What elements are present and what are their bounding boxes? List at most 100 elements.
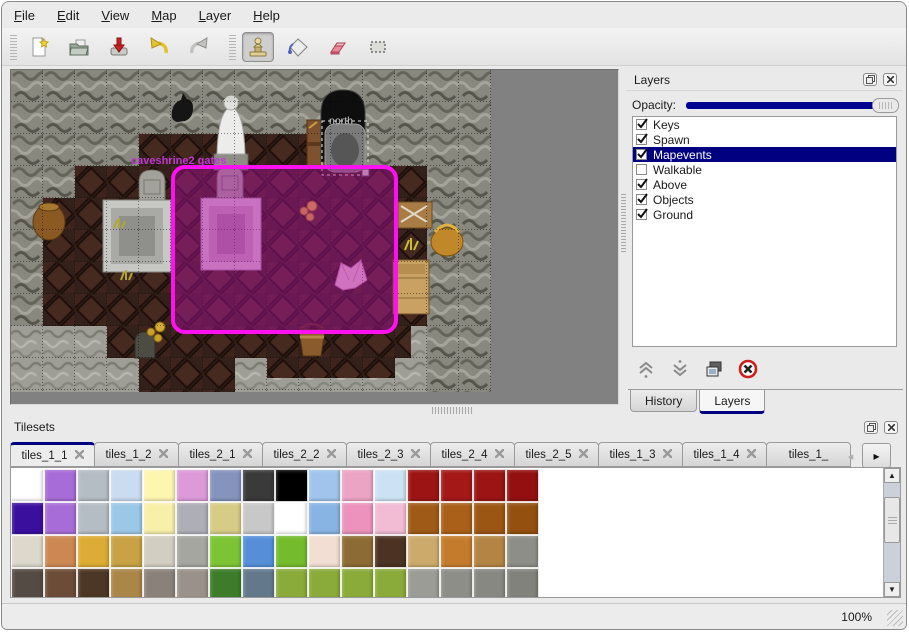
- layer-row-mapevents[interactable]: Mapevents: [633, 147, 896, 162]
- tileset-tile[interactable]: [308, 568, 341, 598]
- tileset-tab-tiles_1_4[interactable]: tiles_1_4: [682, 442, 767, 467]
- tileset-tab-tiles_1_1[interactable]: tiles_1_1: [10, 442, 95, 467]
- delete-layer-button[interactable]: [736, 359, 760, 383]
- tileset-tile[interactable]: [209, 502, 242, 535]
- tileset-tab-tiles_1_[interactable]: tiles_1_: [766, 442, 851, 467]
- tileset-tile[interactable]: [308, 535, 341, 568]
- tileset-tile[interactable]: [110, 469, 143, 502]
- tab-scroll-left-icon[interactable]: ◂: [843, 446, 858, 466]
- layer-row-objects[interactable]: Objects: [633, 192, 896, 207]
- tileset-tile[interactable]: [308, 502, 341, 535]
- tileset-tile[interactable]: [506, 568, 539, 598]
- scrollbar-thumb[interactable]: [884, 497, 900, 543]
- tab-close-icon[interactable]: [327, 449, 336, 461]
- tab-scroll-right-icon[interactable]: ▸: [862, 443, 891, 468]
- tileset-tab-tiles_2_4[interactable]: tiles_2_4: [430, 442, 515, 467]
- tileset-tile[interactable]: [209, 535, 242, 568]
- tileset-tile[interactable]: [77, 469, 110, 502]
- tileset-tile[interactable]: [242, 502, 275, 535]
- layer-row-walkable[interactable]: Walkable: [633, 162, 896, 177]
- tileset-tile[interactable]: [374, 469, 407, 502]
- panel-tab-layers[interactable]: Layers: [699, 390, 765, 414]
- checkbox-unchecked-icon[interactable]: [636, 164, 647, 175]
- scroll-up-icon[interactable]: ▲: [884, 468, 900, 483]
- menu-layer[interactable]: Layer: [199, 8, 232, 23]
- tileset-tile[interactable]: [407, 535, 440, 568]
- tileset-tile[interactable]: [506, 535, 539, 568]
- tileset-tile[interactable]: [143, 568, 176, 598]
- stamp-button[interactable]: [242, 32, 274, 62]
- map-canvas-viewport[interactable]: caveshrine2 gates north: [10, 69, 619, 405]
- tileset-tile[interactable]: [11, 502, 44, 535]
- resize-grip[interactable]: [887, 610, 903, 626]
- tileset-tile[interactable]: [341, 535, 374, 568]
- map-selection-rect[interactable]: [173, 167, 396, 332]
- tileset-tile[interactable]: [374, 535, 407, 568]
- tileset-tile[interactable]: [374, 568, 407, 598]
- tileset-tile[interactable]: [473, 469, 506, 502]
- tileset-tile[interactable]: [440, 469, 473, 502]
- tileset-tile[interactable]: [275, 502, 308, 535]
- tab-close-icon[interactable]: [747, 449, 756, 461]
- tileset-tab-tiles_2_1[interactable]: tiles_2_1: [178, 442, 263, 467]
- tileset-tile[interactable]: [506, 469, 539, 502]
- tileset-scrollbar[interactable]: ▲ ▼: [883, 468, 900, 597]
- tab-close-icon[interactable]: [75, 450, 84, 462]
- raise-layer-button[interactable]: [634, 359, 658, 383]
- tileset-tile[interactable]: [374, 502, 407, 535]
- tileset-tile[interactable]: [407, 469, 440, 502]
- tileset-tile[interactable]: [143, 535, 176, 568]
- checkbox-checked-icon[interactable]: [636, 179, 647, 190]
- tileset-tile[interactable]: [44, 535, 77, 568]
- tileset-tile[interactable]: [77, 502, 110, 535]
- panel-tab-history[interactable]: History: [630, 390, 697, 412]
- float-panel-icon[interactable]: [864, 421, 878, 434]
- checkbox-checked-icon[interactable]: [636, 134, 647, 145]
- close-panel-icon[interactable]: [883, 73, 897, 86]
- checkbox-checked-icon[interactable]: [636, 119, 647, 130]
- duplicate-layer-button[interactable]: [702, 359, 726, 383]
- tileset-tab-tiles_2_2[interactable]: tiles_2_2: [262, 442, 347, 467]
- tab-close-icon[interactable]: [159, 449, 168, 461]
- tileset-tile[interactable]: [11, 535, 44, 568]
- tab-close-icon[interactable]: [495, 449, 504, 461]
- tileset-tile[interactable]: [77, 568, 110, 598]
- scroll-down-icon[interactable]: ▼: [884, 582, 900, 597]
- new-button[interactable]: [23, 32, 55, 62]
- tileset-tile[interactable]: [176, 502, 209, 535]
- tileset-tile[interactable]: [176, 469, 209, 502]
- tileset-tile[interactable]: [110, 502, 143, 535]
- tileset-tile[interactable]: [209, 469, 242, 502]
- tileset-tile[interactable]: [473, 568, 506, 598]
- tab-close-icon[interactable]: [243, 449, 252, 461]
- menu-file[interactable]: File: [14, 8, 35, 23]
- eraser-button[interactable]: [322, 32, 354, 62]
- tileset-tile[interactable]: [242, 535, 275, 568]
- fill-button[interactable]: [282, 32, 314, 62]
- tileset-tile[interactable]: [473, 502, 506, 535]
- horizontal-splitter-handle[interactable]: [432, 407, 474, 414]
- tileset-tile[interactable]: [308, 469, 341, 502]
- toolbar-drag-handle[interactable]: [10, 34, 17, 60]
- layer-row-ground[interactable]: Ground: [633, 207, 896, 222]
- tileset-tab-tiles_1_2[interactable]: tiles_1_2: [94, 442, 179, 467]
- tab-close-icon[interactable]: [579, 449, 588, 461]
- tileset-tile[interactable]: [407, 568, 440, 598]
- menu-view[interactable]: View: [101, 8, 129, 23]
- tileset-tile[interactable]: [11, 568, 44, 598]
- tileset-tile[interactable]: [341, 469, 374, 502]
- select-button[interactable]: [362, 32, 394, 62]
- tileset-tile[interactable]: [143, 469, 176, 502]
- map-canvas[interactable]: caveshrine2 gates north: [11, 70, 491, 392]
- tileset-tile[interactable]: [242, 469, 275, 502]
- tileset-tab-tiles_2_5[interactable]: tiles_2_5: [514, 442, 599, 467]
- menu-edit[interactable]: Edit: [57, 8, 79, 23]
- open-button[interactable]: [63, 32, 95, 62]
- tileset-tile[interactable]: [44, 568, 77, 598]
- menu-map[interactable]: Map: [151, 8, 176, 23]
- tileset-tile[interactable]: [44, 469, 77, 502]
- tileset-tile[interactable]: [275, 469, 308, 502]
- menu-help[interactable]: Help: [253, 8, 280, 23]
- checkbox-checked-icon[interactable]: [636, 149, 647, 160]
- tileset-tile[interactable]: [44, 502, 77, 535]
